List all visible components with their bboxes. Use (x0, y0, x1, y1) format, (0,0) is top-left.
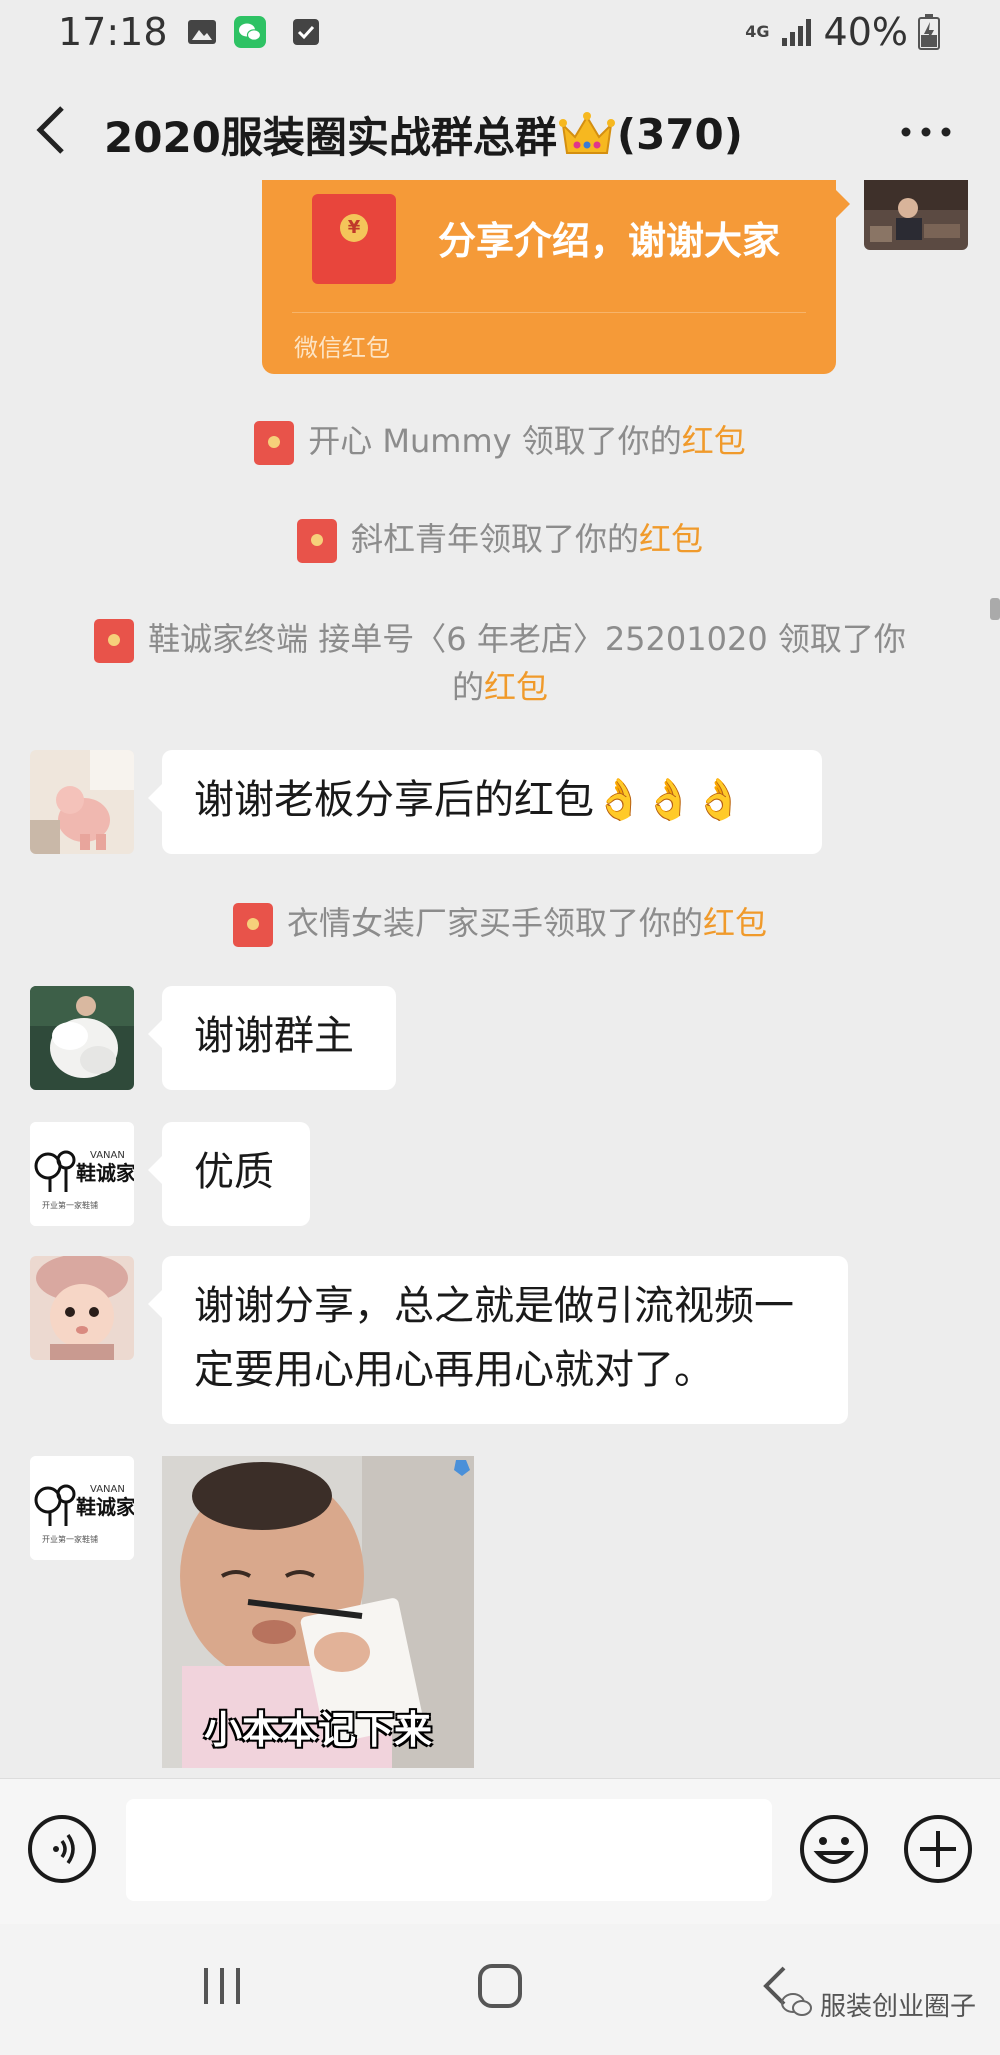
status-bar: 17:18 4G 40% (0, 0, 1000, 66)
chat-header: 2020服装圈实战群总群 (370) (0, 66, 1000, 194)
red-packet-link[interactable]: 红包 (703, 904, 767, 942)
logo-text: VANAN (90, 1150, 125, 1161)
divider (292, 312, 806, 313)
avatar[interactable] (30, 1256, 134, 1360)
avatar[interactable] (30, 750, 134, 854)
message-input[interactable] (126, 1799, 772, 1901)
status-time: 17:18 (58, 10, 168, 54)
crown-icon (558, 111, 615, 154)
sticker-caption: 小本本记下来 (203, 1708, 432, 1752)
battery-percent: 40% (823, 10, 908, 54)
message-text: 定要用心用心再用心就对了。 (194, 1347, 714, 1393)
message-text: 优质 (194, 1149, 274, 1195)
back-button[interactable] (32, 102, 72, 158)
logo-text: 鞋诚家 (76, 1495, 134, 1519)
network-type: 4G (745, 22, 770, 41)
group-name: 2020服装圈实战群总群 (104, 113, 557, 162)
system-text: 衣情女装厂家买手领取了你的 (286, 904, 703, 942)
member-count: (370) (616, 110, 743, 159)
sticker-image[interactable]: 小本本记下来 (162, 1456, 474, 1768)
recent-apps-icon[interactable] (200, 1964, 244, 2008)
logo-text: 开业第一家鞋铺 (42, 1534, 98, 1544)
my-avatar[interactable] (864, 180, 968, 250)
system-text: 斜杠青年领取了你的 (350, 520, 639, 558)
system-message: 斜杠青年领取了你的红包 (0, 516, 1000, 563)
more-dots-icon[interactable] (898, 112, 954, 152)
avatar[interactable]: VANAN 鞋诚家 开业第一家鞋铺 (30, 1122, 134, 1226)
message-text: 谢谢老板分享后的红包👌👌👌 (194, 777, 744, 823)
red-packet-message[interactable]: 分享介绍，谢谢大家 微信红包 (262, 180, 850, 374)
input-bar (0, 1778, 1000, 1925)
system-message: 开心 Mummy 领取了你的红包 (0, 418, 1000, 465)
system-text: 的 (451, 668, 484, 706)
emoji-icon[interactable] (798, 1813, 870, 1885)
red-packet-small-icon (94, 619, 135, 663)
chat-bubble[interactable]: 优质 (148, 1122, 310, 1226)
message-text: 谢谢群主 (194, 1013, 354, 1059)
red-packet-text: 分享介绍，谢谢大家 (438, 219, 781, 263)
logo-text: VANAN (90, 1484, 125, 1495)
red-packet-link[interactable]: 红包 (484, 668, 548, 706)
watermark-text: 服装创业圈子 (820, 1992, 977, 2022)
avatar[interactable]: VANAN 鞋诚家 开业第一家鞋铺 (30, 1456, 134, 1560)
system-text: 鞋诚家终端 接单号〈6 年老店〉25201020 领取了你 (148, 620, 906, 658)
home-icon[interactable] (476, 1962, 524, 2010)
signal-icon (781, 19, 811, 46)
system-text: 开心 Mummy 领取了你的 (308, 422, 682, 460)
red-packet-small-icon (232, 903, 273, 947)
chat-title: 2020服装圈实战群总群 (370) (104, 104, 743, 165)
red-packet-link[interactable]: 红包 (682, 422, 746, 460)
logo-text: 鞋诚家 (76, 1161, 134, 1185)
wechat-official-icon (781, 1992, 812, 2016)
gallery-icon (188, 20, 216, 44)
avatar[interactable] (30, 986, 134, 1090)
message-text: 谢谢分享，总之就是做引流视频一 (194, 1283, 794, 1329)
chat-bubble[interactable]: 谢谢群主 (148, 986, 396, 1090)
red-packet-small-icon (296, 519, 337, 563)
watermark: 服装创业圈子 (780, 1986, 976, 2023)
system-message: 鞋诚家终端 接单号〈6 年老店〉25201020 领取了你 (0, 616, 1000, 663)
logo-text: 开业第一家鞋铺 (42, 1200, 98, 1210)
chat-bubble[interactable]: 谢谢分享，总之就是做引流视频一 定要用心用心再用心就对了。 (148, 1256, 848, 1424)
red-envelope-icon (312, 194, 396, 284)
scroll-indicator[interactable] (990, 598, 1000, 620)
battery-icon (918, 14, 940, 50)
voice-icon[interactable] (28, 1815, 96, 1883)
checkbox-icon (293, 19, 319, 45)
red-packet-label: 微信红包 (294, 334, 390, 362)
chat-bubble[interactable]: 谢谢老板分享后的红包👌👌👌 (148, 750, 822, 854)
plus-icon[interactable] (902, 1813, 974, 1885)
system-nav-bar: 服装创业圈子 (0, 1924, 1000, 2055)
status-right: 4G 40% (745, 10, 940, 54)
system-message-cont: 的红包 (0, 664, 1000, 710)
red-packet-small-icon (254, 421, 295, 465)
wechat-icon (234, 16, 266, 48)
red-packet-link[interactable]: 红包 (639, 520, 703, 558)
system-message: 衣情女装厂家买手领取了你的红包 (0, 900, 1000, 947)
